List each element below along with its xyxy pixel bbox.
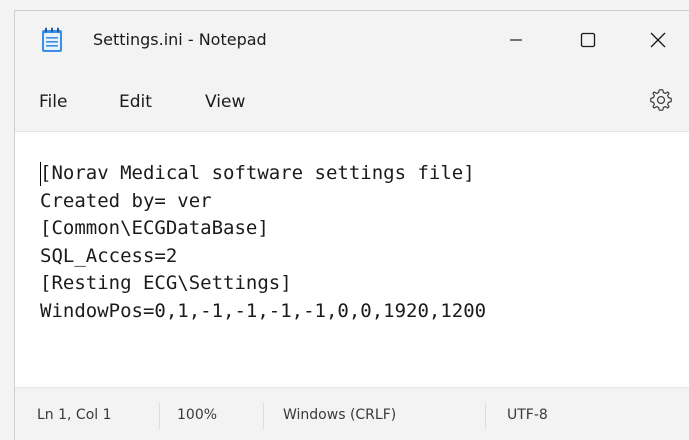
encoding[interactable]: UTF-8: [507, 407, 548, 423]
menu-view[interactable]: View: [201, 90, 249, 114]
notepad-window: Settings.ini - Notepad File Edit View [N…: [14, 10, 689, 440]
close-button[interactable]: [623, 11, 689, 69]
line-ending[interactable]: Windows (CRLF): [283, 407, 396, 423]
zoom-level[interactable]: 100%: [177, 407, 217, 423]
window-title: Settings.ini - Notepad: [93, 30, 267, 49]
maximize-button[interactable]: [553, 11, 623, 69]
status-bar: Ln 1, Col 1 100% Windows (CRLF) UTF-8: [15, 387, 689, 440]
status-separator: [263, 403, 264, 429]
cursor-position[interactable]: Ln 1, Col 1: [37, 407, 112, 423]
close-icon: [650, 32, 666, 48]
notepad-icon: [42, 27, 62, 52]
title-bar[interactable]: Settings.ini - Notepad: [15, 11, 689, 69]
editor-content[interactable]: [Norav Medical software settings file] C…: [40, 160, 486, 325]
menu-edit[interactable]: Edit: [115, 90, 156, 114]
maximize-icon: [580, 32, 596, 48]
text-editor[interactable]: [Norav Medical software settings file] C…: [15, 132, 689, 387]
menu-file[interactable]: File: [35, 90, 71, 114]
status-separator: [485, 403, 486, 429]
gear-icon[interactable]: [648, 87, 674, 113]
menu-bar: File Edit View: [15, 69, 689, 132]
minimize-icon: [510, 39, 522, 41]
status-separator: [159, 403, 160, 429]
minimize-button[interactable]: [481, 11, 551, 69]
